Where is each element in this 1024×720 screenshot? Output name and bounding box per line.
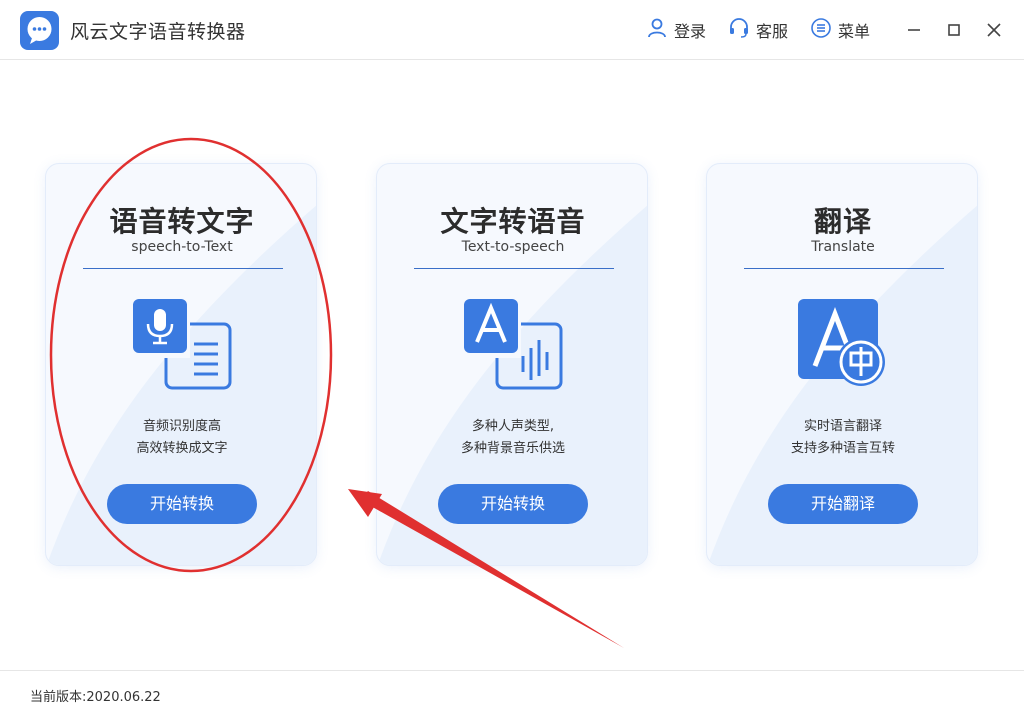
card-description: 实时语言翻译 支持多种语言互转: [707, 416, 977, 460]
minimize-button[interactable]: [902, 18, 926, 42]
description-line-2: 高效转换成文字: [136, 441, 228, 456]
close-icon: [987, 23, 1001, 37]
start-translate-button[interactable]: 开始翻译: [768, 484, 918, 524]
headset-icon: [728, 17, 750, 43]
maximize-button[interactable]: [942, 18, 966, 42]
card-title: 翻译: [813, 205, 872, 238]
menu-button[interactable]: 菜单: [810, 18, 870, 42]
card-subtitle: speech-to-Text: [131, 239, 233, 255]
description-line-2: 支持多种语言互转: [790, 441, 895, 456]
description-line-2: 多种背景音乐供选: [460, 441, 565, 456]
description-line-1: 多种人声类型,: [471, 419, 555, 434]
card-description: 多种人声类型, 多种背景音乐供选: [377, 416, 647, 460]
app-title: 风云文字语音转换器: [70, 21, 246, 43]
close-button[interactable]: [982, 18, 1006, 42]
title-bar: 风云文字语音转换器 登录 客服 菜单: [0, 0, 1024, 60]
card-description: 音频识别度高 高效转换成文字: [46, 416, 316, 460]
user-icon: [646, 17, 668, 43]
translate-icon: [787, 294, 899, 394]
description-line-1: 实时语言翻译: [803, 419, 882, 434]
card-subtitle: Translate: [811, 239, 875, 255]
version-label: 当前版本:2020.06.22: [30, 690, 161, 705]
start-text-to-speech-button[interactable]: 开始转换: [438, 484, 588, 524]
app-logo: [20, 11, 59, 50]
description-line-1: 音频识别度高: [142, 419, 221, 434]
customer-service-label: 客服: [756, 22, 789, 41]
card-subtitle: Text-to-speech: [461, 239, 565, 255]
card-title: 语音转文字: [109, 205, 255, 238]
divider: [83, 268, 283, 269]
text-to-speech-icon: [457, 294, 569, 394]
login-label: 登录: [674, 22, 707, 41]
card-speech-to-text: 语音转文字 speech-to-Text 音频识别度高 高效转换成文字 开始转换: [45, 163, 317, 566]
card-text-to-speech: 文字转语音 Text-to-speech 多种人声类型, 多种背景音乐供选 开始…: [376, 163, 648, 566]
customer-service-button[interactable]: 客服: [728, 18, 788, 42]
login-button[interactable]: 登录: [646, 18, 706, 42]
minimize-icon: [908, 29, 920, 31]
start-speech-to-text-button[interactable]: 开始转换: [107, 484, 257, 524]
divider: [744, 268, 944, 269]
card-translate: 翻译 Translate 实时语言翻译 支持多种语言互转 开始翻译: [706, 163, 978, 566]
menu-icon: [810, 17, 832, 43]
menu-label: 菜单: [838, 22, 871, 41]
divider: [414, 268, 614, 269]
card-title: 文字转语音: [440, 205, 586, 238]
maximize-icon: [948, 24, 960, 36]
speech-to-text-icon: [126, 294, 238, 394]
